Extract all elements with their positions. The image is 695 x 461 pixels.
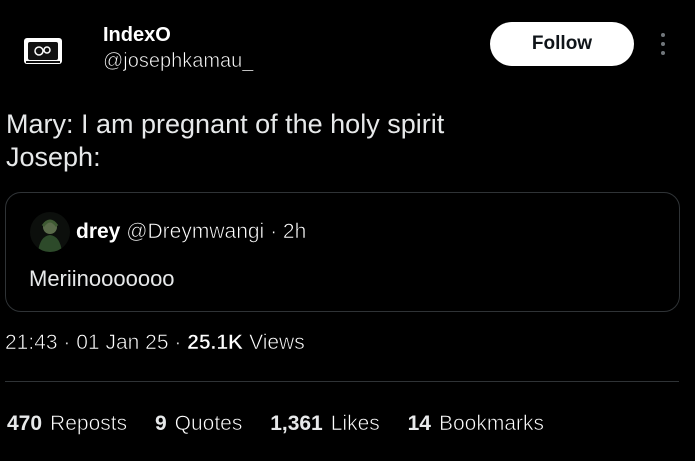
likes-count: 1,361 xyxy=(270,412,323,435)
views-count: 25.1K xyxy=(187,331,244,355)
bookmarks-label: Bookmarks xyxy=(438,412,545,436)
quoted-meta: drey @Dreymwangi · 2h xyxy=(76,220,307,244)
tweet-text: Mary: I am pregnant of the holy spirit J… xyxy=(6,108,444,174)
quotes-label: Quotes xyxy=(174,412,243,436)
likes-label: Likes xyxy=(330,412,380,436)
quoted-avatar-image xyxy=(30,212,70,252)
author-name[interactable]: IndexO xyxy=(103,24,171,47)
more-options-icon[interactable] xyxy=(654,30,672,60)
tweet-timestamp: 21:43 · 01 Jan 25 · 25.1K Views xyxy=(5,331,305,355)
views-label: Views xyxy=(249,331,305,355)
bookmarks-count: 14 xyxy=(407,412,431,435)
reposts-stat[interactable]: 470 Reposts xyxy=(7,412,127,436)
quoted-tweet-card[interactable]: drey @Dreymwangi · 2h Meriinooooooo xyxy=(5,192,680,312)
divider xyxy=(5,381,679,382)
tweet-date[interactable]: 01 Jan 25 xyxy=(76,331,169,355)
quoted-name[interactable]: drey xyxy=(76,220,120,243)
follow-button[interactable]: Follow xyxy=(490,22,634,66)
author-avatar[interactable] xyxy=(23,37,63,65)
author-logo-icon xyxy=(24,38,62,64)
quoted-handle[interactable]: @Dreymwangi xyxy=(126,220,265,244)
likes-stat[interactable]: 1,361 Likes xyxy=(270,412,380,436)
reposts-count: 470 xyxy=(7,412,43,435)
quoted-time[interactable]: 2h xyxy=(283,220,307,244)
engagement-stats: 470 Reposts 9 Quotes 1,361 Likes 14 Bookmark… xyxy=(7,412,566,436)
tweet-time[interactable]: 21:43 xyxy=(5,331,58,355)
quotes-count: 9 xyxy=(154,412,167,435)
quotes-stat[interactable]: 9 Quotes xyxy=(154,412,243,436)
tweet-line-1: Mary: I am pregnant of the holy spirit xyxy=(6,109,445,139)
bookmarks-stat[interactable]: 14 Bookmarks xyxy=(407,412,545,436)
quoted-dot-separator: · xyxy=(270,220,278,244)
reposts-label: Reposts xyxy=(50,412,128,436)
quoted-avatar[interactable] xyxy=(30,212,70,252)
date-dot-separator: · xyxy=(174,331,182,355)
quoted-text: Meriinooooooo xyxy=(29,266,175,291)
time-dot-separator: · xyxy=(63,331,71,355)
author-handle[interactable]: @josephkamau_ xyxy=(103,50,254,73)
tweet-line-2: Joseph: xyxy=(6,142,101,172)
